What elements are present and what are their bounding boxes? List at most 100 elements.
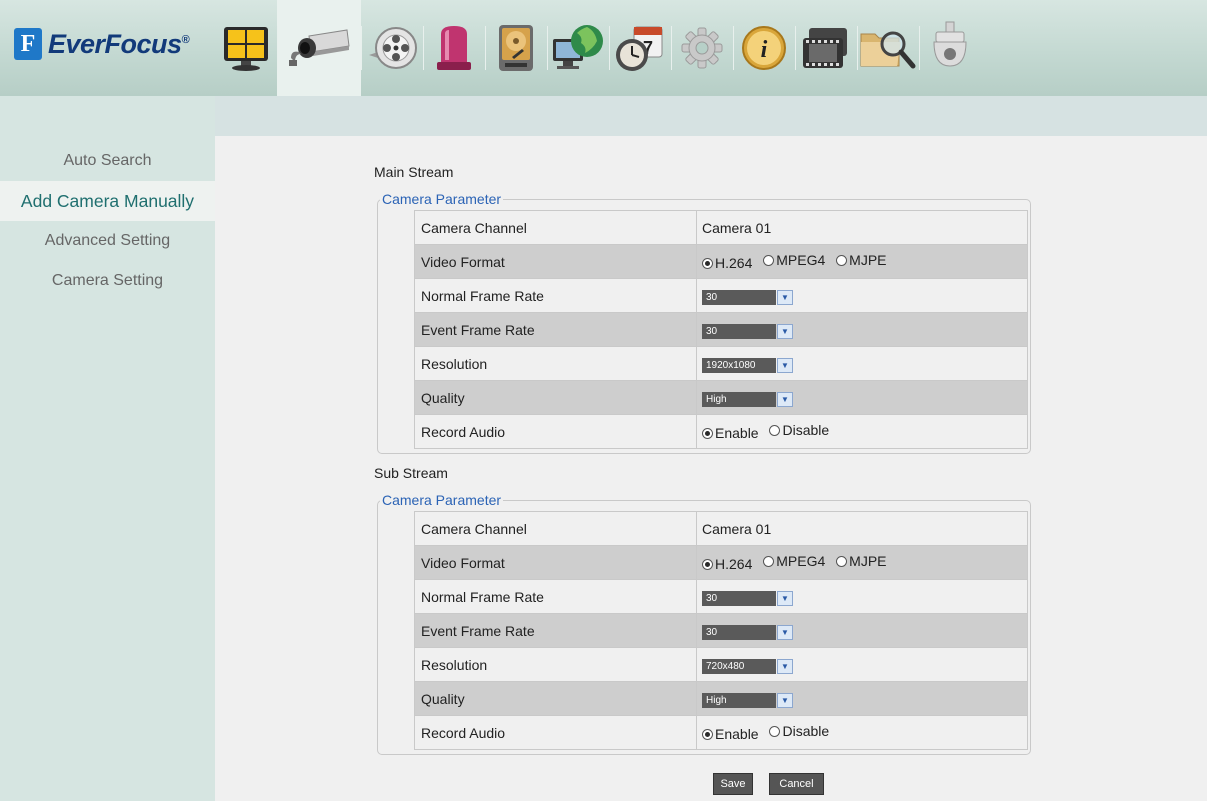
chevron-down-icon: ▼ <box>777 357 793 373</box>
toolbar-backup-button[interactable] <box>795 0 857 96</box>
video-format-label: Video Format <box>414 545 697 580</box>
normal-frame-rate-cell: 30 ▼ <box>696 278 1028 313</box>
hard-disk-icon <box>499 25 533 71</box>
everfocus-logo: F EverFocus® <box>14 26 190 62</box>
radio-enable[interactable]: Enable <box>702 425 759 441</box>
main-content: Main Stream Camera Parameter Camera Chan… <box>215 136 1207 801</box>
toolbar-camera-button[interactable] <box>277 0 361 96</box>
radio-label: MPEG4 <box>776 553 826 569</box>
brand-name: EverFocus <box>48 28 182 59</box>
monitor-icon <box>224 27 268 71</box>
event-frame-rate-cell: 30 ▼ <box>696 312 1028 347</box>
table-row: Video Format H.264 MPEG4 MJPE <box>414 545 1028 580</box>
select-value: 1920x1080 <box>702 357 776 373</box>
radio-dot-selected <box>702 257 713 269</box>
radio-label: MJPE <box>849 252 887 268</box>
sidebar-item-auto-search[interactable]: Auto Search <box>0 141 215 181</box>
radio-enable[interactable]: Enable <box>702 726 759 742</box>
backup-icon <box>803 28 847 68</box>
sub-header-bar <box>215 96 1207 136</box>
quality-select[interactable]: High ▼ <box>702 692 793 708</box>
radio-mpeg4[interactable]: MPEG4 <box>763 553 825 569</box>
table-row: Record Audio Enable Disable <box>414 715 1028 750</box>
toolbar-disk-button[interactable] <box>485 0 547 96</box>
event-frame-rate-select[interactable]: 30 ▼ <box>702 323 793 339</box>
radio-dot <box>836 254 848 266</box>
radio-dot <box>763 555 775 567</box>
ptz-dome-icon <box>933 21 967 67</box>
select-value: High <box>702 391 776 407</box>
radio-dot <box>763 254 775 266</box>
select-value: 30 <box>702 624 776 640</box>
quality-label: Quality <box>414 380 697 415</box>
toolbar-monitor-button[interactable] <box>215 0 277 96</box>
chevron-down-icon: ▼ <box>777 658 793 674</box>
quality-select[interactable]: High ▼ <box>702 391 793 407</box>
record-reel-icon <box>369 27 417 69</box>
toolbar-network-button[interactable] <box>547 0 609 96</box>
table-row: Resolution 1920x1080 ▼ <box>414 346 1028 381</box>
chevron-down-icon: ▼ <box>777 391 793 407</box>
quality-cell: High ▼ <box>696 681 1028 716</box>
chevron-down-icon: ▼ <box>777 323 793 339</box>
radio-label: Enable <box>715 425 759 441</box>
video-format-radio-group: H.264 MPEG4 MJPE <box>696 244 1028 279</box>
resolution-cell: 720x480 ▼ <box>696 647 1028 682</box>
sub-stream-title: Sub Stream <box>374 465 448 481</box>
sidebar-item-advanced-setting[interactable]: Advanced Setting <box>0 221 215 261</box>
record-audio-radio-group: Enable Disable <box>696 715 1028 750</box>
toolbar-record-button[interactable] <box>361 0 423 96</box>
logo-text: EverFocus® <box>48 28 190 60</box>
radio-mjpe[interactable]: MJPE <box>836 553 887 569</box>
quality-cell: High ▼ <box>696 380 1028 415</box>
radio-disable[interactable]: Disable <box>769 723 829 739</box>
select-value: 30 <box>702 323 776 339</box>
radio-h264[interactable]: H.264 <box>702 255 752 271</box>
radio-label: Enable <box>715 726 759 742</box>
video-format-label: Video Format <box>414 244 697 279</box>
gear-icon <box>681 27 723 69</box>
event-frame-rate-select[interactable]: 30 ▼ <box>702 624 793 640</box>
resolution-select[interactable]: 1920x1080 ▼ <box>702 357 793 373</box>
cancel-button[interactable]: Cancel <box>769 773 824 795</box>
sidebar-item-add-camera-manually[interactable]: Add Camera Manually <box>0 181 215 221</box>
svg-text:i: i <box>761 37 768 63</box>
radio-disable[interactable]: Disable <box>769 422 829 438</box>
radio-h264[interactable]: H.264 <box>702 556 752 572</box>
camera-channel-label: Camera Channel <box>414 511 697 546</box>
toolbar-search-button[interactable] <box>857 0 919 96</box>
toolbar-ptz-button[interactable] <box>919 0 981 96</box>
radio-mpeg4[interactable]: MPEG4 <box>763 252 825 268</box>
chevron-down-icon: ▼ <box>777 624 793 640</box>
quality-label: Quality <box>414 681 697 716</box>
camera-channel-value: Camera 01 <box>696 210 1028 245</box>
toolbar-schedule-button[interactable]: 7 <box>609 0 671 96</box>
sidebar: Auto Search Add Camera Manually Advanced… <box>0 96 215 801</box>
toolbar-info-button[interactable]: i <box>733 0 795 96</box>
sub-stream-parameter-group: Camera Parameter Camera Channel Camera 0… <box>377 492 1031 755</box>
select-value: High <box>702 692 776 708</box>
radio-dot <box>769 424 781 436</box>
radio-mjpe[interactable]: MJPE <box>836 252 887 268</box>
event-frame-rate-label: Event Frame Rate <box>414 312 697 347</box>
save-button[interactable]: Save <box>713 773 753 795</box>
normal-frame-rate-select[interactable]: 30 ▼ <box>702 590 793 606</box>
radio-label: H.264 <box>715 255 753 271</box>
resolution-cell: 1920x1080 ▼ <box>696 346 1028 381</box>
chevron-down-icon: ▼ <box>777 590 793 606</box>
radio-dot <box>836 555 848 567</box>
table-row: Event Frame Rate 30 ▼ <box>414 312 1028 347</box>
table-row: Event Frame Rate 30 ▼ <box>414 613 1028 648</box>
record-audio-label: Record Audio <box>414 715 697 750</box>
radio-label: H.264 <box>715 556 753 572</box>
toolbar-system-button[interactable] <box>671 0 733 96</box>
sidebar-item-camera-setting[interactable]: Camera Setting <box>0 261 215 301</box>
radio-dot-selected <box>702 558 713 570</box>
radio-dot-selected <box>702 427 713 439</box>
schedule-icon: 7 <box>616 26 663 71</box>
toolbar-alarm-button[interactable] <box>423 0 485 96</box>
normal-frame-rate-select[interactable]: 30 ▼ <box>702 289 793 305</box>
table-row: Quality High ▼ <box>414 681 1028 716</box>
alarm-icon <box>437 26 471 70</box>
resolution-select[interactable]: 720x480 ▼ <box>702 658 793 674</box>
